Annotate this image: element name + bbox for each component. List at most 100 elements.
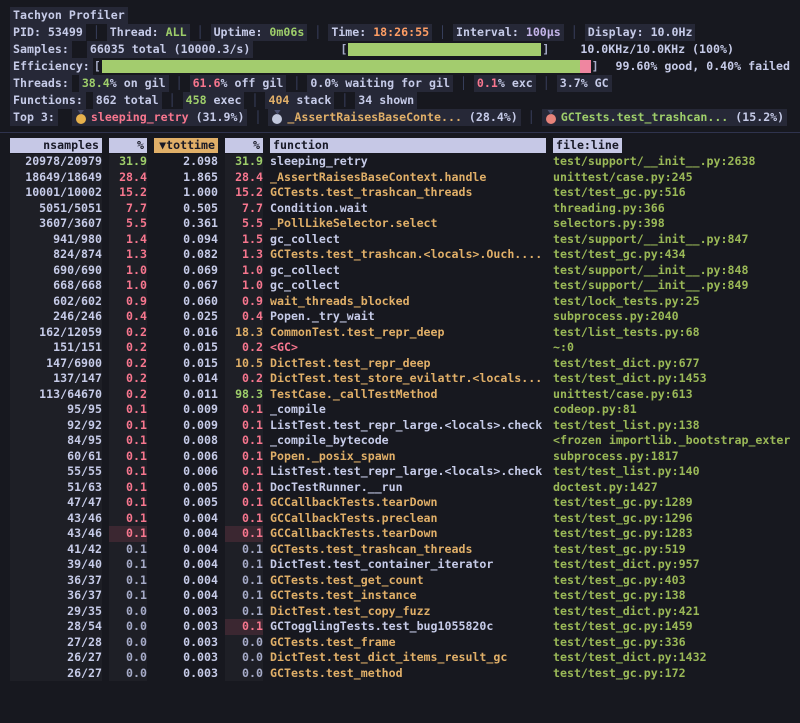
cell-file-line: subprocess.py:2040 [553,309,790,325]
functions-segment: 404 stack [265,92,334,109]
functions-label: Functions: [10,92,86,109]
top3-label: Top 3: [10,109,58,126]
cell-file-line: test/test_gc.py:403 [553,573,790,589]
cell-file-line: test/list_tests.py:68 [553,325,790,341]
table-row[interactable]: 41/42 0.1 0.004 0.1 GCTests.test_trashca… [0,542,800,558]
cell-nsamples: 60/61 [10,449,102,465]
cell-file-line: test/support/__init__.py:2638 [553,154,790,170]
table-row[interactable]: 113/64670 0.2 0.011 98.3 TestCase._callT… [0,387,800,403]
table-row[interactable]: 668/668 1.0 0.067 1.0 gc_collect test/su… [0,278,800,294]
table-row[interactable]: 824/874 1.3 0.082 1.3 GCTests.test_trash… [0,247,800,263]
function-table-body: 20978/20979 31.9 2.098 31.9 sleeping_ret… [0,154,800,681]
table-row[interactable]: 39/40 0.1 0.004 0.1 DictTest.test_contai… [0,557,800,573]
cell-pct-direct: 0.2 [109,340,147,356]
column-header-tottime-sorted[interactable]: ▼tottime [154,138,218,153]
table-row[interactable]: 28/54 0.0 0.003 0.1 GCTogglingTests.test… [0,619,800,635]
table-row[interactable]: 60/61 0.1 0.006 0.1 Popen._posix_spawn s… [0,449,800,465]
cell-file-line: test/support/__init__.py:848 [553,263,790,279]
cell-pct-direct: 0.2 [109,325,147,341]
table-row[interactable]: 47/47 0.1 0.005 0.1 GCCallbackTests.tear… [0,495,800,511]
table-row[interactable]: 29/35 0.0 0.003 0.1 DictTest.test_copy_f… [0,604,800,620]
cell-nsamples: 29/35 [10,604,102,620]
cell-pct-cum: 0.9 [225,294,263,310]
table-row[interactable]: 10001/10002 15.2 1.000 15.2 GCTests.test… [0,185,800,201]
stat-pid: PID: 53499 [10,24,86,41]
samples-bar-close-bracket: ] [542,41,549,58]
cell-pct-cum: 0.0 [225,666,263,682]
table-row[interactable]: 151/151 0.2 0.015 0.2 <GC> ~:0 [0,340,800,356]
column-header-file-line[interactable]: file:line [553,138,622,153]
table-row[interactable]: 137/147 0.2 0.014 0.2 DictTest.test_stor… [0,371,800,387]
stat-label: Display: [588,24,651,41]
efficiency-bar-open-bracket: [ [94,58,101,75]
threads-segment: 0.0% waiting for gil [307,75,453,92]
table-row[interactable]: 92/92 0.1 0.009 0.1 ListTest.test_repr_l… [0,418,800,434]
samples-row: Samples: 66035 total (10000.3/s) [ ] 10.… [0,41,800,58]
cell-pct-direct: 0.1 [109,464,147,480]
cell-pct-cum: 0.2 [225,371,263,387]
samples-bar-open-bracket: [ [340,41,347,58]
cell-pct-cum: 0.1 [225,402,263,418]
cell-nsamples: 941/980 [10,232,102,248]
table-row[interactable]: 43/46 0.1 0.004 0.1 GCCallbackTests.tear… [0,526,800,542]
cell-tottime: 1.000 [154,185,218,201]
cell-function: GCTests.test_frame [270,635,546,651]
cell-function: Popen._try_wait [270,309,546,325]
cell-nsamples: 668/668 [10,278,102,294]
table-row[interactable]: 20978/20979 31.9 2.098 31.9 sleeping_ret… [0,154,800,170]
table-row[interactable]: 51/63 0.1 0.005 0.1 DocTestRunner.__run … [0,480,800,496]
table-row[interactable]: 43/46 0.1 0.004 0.1 GCCallbackTests.prec… [0,511,800,527]
cell-pct-cum: 0.1 [225,588,263,604]
separator-bar: │ [254,109,261,126]
top3-item: sleeping_retry (31.9%) [72,109,248,126]
threads-value: 3.7 [560,75,581,92]
cell-file-line: <frozen importlib._bootstrap_external [553,433,790,449]
table-row[interactable]: 84/95 0.1 0.008 0.1 _compile_bytecode <f… [0,433,800,449]
table-row[interactable]: 690/690 1.0 0.069 1.0 gc_collect test/su… [0,263,800,279]
table-row[interactable]: 26/27 0.0 0.003 0.0 DictTest.test_dict_i… [0,650,800,666]
cell-nsamples: 28/54 [10,619,102,635]
cell-pct-direct: 1.0 [109,263,147,279]
column-header-pct-direct[interactable]: % [109,138,147,153]
cell-pct-cum: 0.1 [225,511,263,527]
table-row[interactable]: 246/246 0.4 0.025 0.4 Popen._try_wait su… [0,309,800,325]
functions-value: 862 [96,92,117,109]
column-header-nsamples[interactable]: nsamples [10,138,102,153]
separator-bar: │ [341,92,348,109]
column-header-pct-cum[interactable]: % [225,138,263,153]
table-row[interactable]: 602/602 0.9 0.060 0.9 wait_threads_block… [0,294,800,310]
table-row[interactable]: 95/95 0.1 0.009 0.1 _compile codeop.py:8… [0,402,800,418]
cell-nsamples: 246/246 [10,309,102,325]
table-row[interactable]: 36/37 0.1 0.004 0.1 GCTests.test_get_cou… [0,573,800,589]
cell-pct-cum: 28.4 [225,170,263,186]
cell-pct-direct: 0.1 [109,511,147,527]
table-row[interactable]: 55/55 0.1 0.006 0.1 ListTest.test_repr_l… [0,464,800,480]
top3-percentage: (31.9%) [196,109,245,126]
functions-value: 458 [186,92,207,109]
stat-value: ALL [166,24,187,41]
table-row[interactable]: 36/37 0.1 0.004 0.1 GCTests.test_instanc… [0,588,800,604]
column-header-function[interactable]: function [270,138,546,153]
table-row[interactable]: 27/28 0.0 0.003 0.0 GCTests.test_frame t… [0,635,800,651]
cell-pct-cum: 0.1 [225,604,263,620]
cell-pct-direct: 0.2 [109,387,147,403]
cell-file-line: subprocess.py:1817 [553,449,790,465]
cell-file-line: test/test_dict.py:677 [553,356,790,372]
table-row[interactable]: 5051/5051 7.7 0.505 7.7 Condition.wait t… [0,201,800,217]
cell-nsamples: 84/95 [10,433,102,449]
cell-tottime: 0.003 [154,635,218,651]
table-row[interactable]: 26/27 0.0 0.003 0.0 GCTests.test_method … [0,666,800,682]
cell-tottime: 0.004 [154,542,218,558]
cell-function: ListTest.test_repr_large.<locals>.check [270,418,546,434]
stat-label: Thread: [110,24,166,41]
table-row[interactable]: 162/12059 0.2 0.016 18.3 CommonTest.test… [0,325,800,341]
cell-function: gc_collect [270,263,546,279]
cell-pct-cum: 0.1 [225,495,263,511]
table-row[interactable]: 941/980 1.4 0.094 1.5 gc_collect test/su… [0,232,800,248]
table-row[interactable]: 147/6900 0.2 0.015 10.5 DictTest.test_re… [0,356,800,372]
cell-file-line: test/test_dict.py:957 [553,557,790,573]
cell-pct-cum: 31.9 [225,154,263,170]
cell-function: Condition.wait [270,201,546,217]
table-row[interactable]: 3607/3607 5.5 0.361 5.5 _PollLikeSelecto… [0,216,800,232]
table-row[interactable]: 18649/18649 28.4 1.865 28.4 _AssertRaise… [0,170,800,186]
